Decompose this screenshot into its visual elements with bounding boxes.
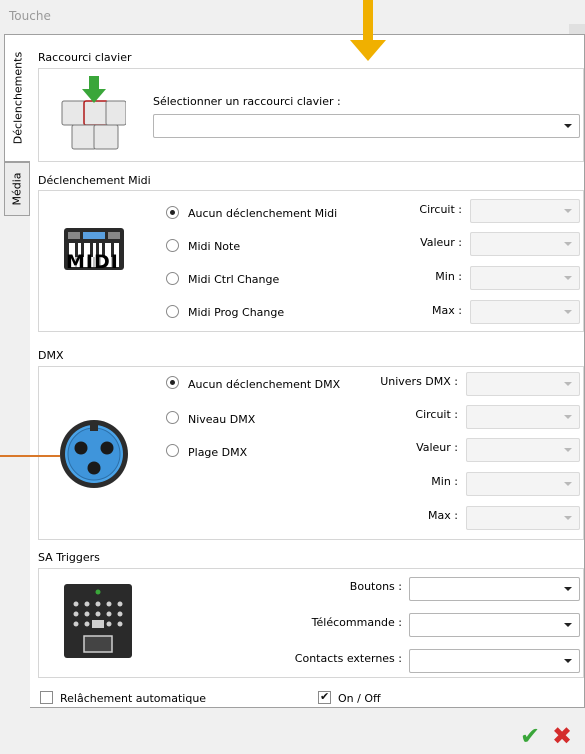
keyboard-keys-icon	[61, 76, 126, 150]
chevron-down-icon	[564, 415, 572, 419]
chevron-down-icon	[564, 659, 572, 663]
midi-logo-text: MIDI	[66, 251, 119, 273]
dmx-circuit-select[interactable]	[466, 405, 580, 429]
onoff-label: On / Off	[338, 692, 381, 705]
sa-contacts-externes-select[interactable]	[409, 649, 580, 673]
radio-dmx-plage[interactable]	[166, 444, 179, 457]
chevron-down-icon	[564, 209, 572, 213]
sa-telecommande-select[interactable]	[409, 613, 580, 637]
sa-contacts-externes-label: Contacts externes :	[294, 652, 402, 665]
radio-dmx-niveau-label: Niveau DMX	[188, 413, 256, 426]
radio-midi-none-label: Aucun déclenchement Midi	[188, 207, 338, 220]
sa-triggers-section-title: SA Triggers	[38, 551, 100, 564]
dmx-min-label: Min :	[431, 475, 458, 488]
sa-triggers-device-icon	[64, 584, 132, 658]
cancel-cross-icon[interactable]: ✖	[552, 722, 572, 750]
dmx-valeur-label: Valeur :	[416, 441, 458, 454]
midi-max-select[interactable]	[470, 300, 580, 324]
keyboard-shortcut-select[interactable]	[153, 114, 580, 138]
radio-midi-prog-change[interactable]	[166, 305, 179, 318]
dmx-univers-label: Univers DMX :	[380, 375, 458, 388]
dmx-connector-icon	[60, 420, 128, 488]
radio-midi-note[interactable]	[166, 239, 179, 252]
sa-boutons-select[interactable]	[409, 577, 580, 601]
radio-midi-ctrl-change[interactable]	[166, 272, 179, 285]
midi-circuit-select[interactable]	[470, 199, 580, 223]
midi-valeur-select[interactable]	[470, 232, 580, 256]
dmx-univers-select[interactable]	[466, 372, 580, 396]
dmx-section-title: DMX	[38, 349, 64, 362]
midi-section-title: Déclenchement Midi	[38, 174, 151, 187]
onoff-checkbox[interactable]	[318, 690, 331, 704]
radio-dmx-none[interactable]	[166, 376, 179, 389]
ok-check-icon[interactable]: ✔	[520, 722, 540, 750]
tab-declenchements[interactable]: Déclenchements	[4, 34, 30, 162]
tab-media[interactable]: Média	[4, 162, 30, 216]
chevron-down-icon	[564, 516, 572, 520]
sa-telecommande-label: Télécommande :	[311, 616, 402, 629]
annotation-line	[0, 455, 60, 457]
window-title: Touche	[9, 9, 51, 23]
title-bar	[0, 0, 585, 34]
annotation-arrow-shaft	[363, 0, 373, 42]
radio-dmx-plage-label: Plage DMX	[188, 446, 248, 459]
radio-midi-ctrl-change-label: Midi Ctrl Change	[188, 273, 280, 286]
chevron-down-icon	[564, 448, 572, 452]
chevron-down-icon	[564, 124, 572, 128]
keyboard-select-label: Sélectionner un raccourci clavier :	[153, 95, 341, 108]
chevron-down-icon	[564, 623, 572, 627]
midi-max-label: Max :	[432, 304, 462, 317]
window-button[interactable]	[569, 24, 585, 34]
radio-dmx-niveau[interactable]	[166, 411, 179, 424]
dmx-valeur-select[interactable]	[466, 438, 580, 462]
chevron-down-icon	[564, 310, 572, 314]
radio-midi-note-label: Midi Note	[188, 240, 241, 253]
chevron-down-icon	[564, 276, 572, 280]
sa-boutons-label: Boutons :	[349, 580, 402, 593]
midi-valeur-label: Valeur :	[420, 236, 462, 249]
chevron-down-icon	[564, 587, 572, 591]
midi-min-label: Min :	[435, 270, 462, 283]
keyboard-section-title: Raccourci clavier	[38, 51, 132, 64]
midi-circuit-label: Circuit :	[419, 203, 462, 216]
dmx-max-select[interactable]	[466, 506, 580, 530]
dmx-circuit-label: Circuit :	[415, 408, 458, 421]
auto-release-checkbox[interactable]	[40, 691, 53, 704]
vertical-tabs: Déclenchements Média	[0, 34, 30, 714]
midi-min-select[interactable]	[470, 266, 580, 290]
dmx-min-select[interactable]	[466, 472, 580, 496]
dmx-max-label: Max :	[428, 509, 458, 522]
chevron-down-icon	[564, 242, 572, 246]
radio-midi-prog-change-label: Midi Prog Change	[188, 306, 285, 319]
radio-dmx-none-label: Aucun déclenchement DMX	[188, 378, 341, 391]
auto-release-label: Relâchement automatique	[60, 692, 207, 705]
chevron-down-icon	[564, 482, 572, 486]
radio-midi-none[interactable]	[166, 206, 179, 219]
annotation-arrow-icon	[350, 40, 386, 61]
chevron-down-icon	[564, 382, 572, 386]
